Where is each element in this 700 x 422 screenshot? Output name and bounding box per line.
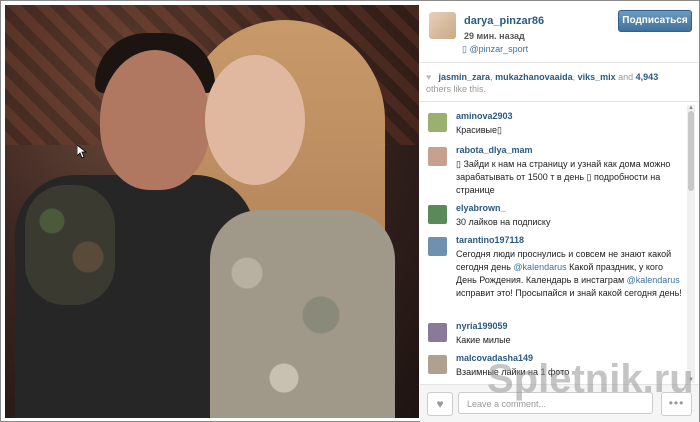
comment-text: Сегодня люди проснулись и совсем не знаю…: [456, 248, 682, 300]
comment-avatar[interactable]: [428, 355, 447, 374]
comment-text-part: исправит это! Просыпайся и знай какой се…: [456, 288, 682, 298]
post-location-link[interactable]: ▯ @pinzar_sport: [462, 44, 528, 55]
comment-username[interactable]: rabota_dlya_mam: [456, 145, 533, 155]
liker-link[interactable]: viks_mix: [578, 72, 616, 82]
comment-avatar[interactable]: [428, 323, 447, 342]
post-header: darya_pinzar86 29 мин. назад ▯ @pinzar_s…: [420, 1, 699, 61]
avatar[interactable]: [429, 12, 456, 39]
mention-link[interactable]: @kalendarus: [513, 262, 566, 272]
comment-avatar[interactable]: [428, 113, 447, 132]
watermark: Spletnik.ru: [487, 357, 694, 401]
post-timestamp: 29 мин. назад: [464, 31, 525, 41]
post-photo[interactable]: [5, 5, 419, 418]
likes-suffix: others like this.: [426, 84, 487, 94]
comment-username[interactable]: elyabrown_: [456, 203, 506, 213]
photo-woman-face: [205, 55, 305, 185]
comment-text: 30 лайков на подписку: [456, 217, 551, 227]
divider: [420, 62, 699, 63]
divider: [420, 101, 699, 102]
follow-button[interactable]: Подписаться: [618, 10, 692, 32]
photo-woman-top: [210, 210, 395, 418]
likes-count[interactable]: 4,943: [636, 72, 659, 82]
comment-avatar[interactable]: [428, 147, 447, 166]
mention-link[interactable]: @kalendarus: [627, 275, 680, 285]
photo-man-head: [100, 50, 210, 190]
mouse-cursor-icon: [76, 144, 88, 162]
comment-text: Красивые▯: [456, 125, 502, 135]
heart-icon: ♥: [436, 397, 444, 411]
likes-summary: ♥ jasmin_zara, mukazhanovaaida, viks_mix…: [426, 71, 688, 95]
comment-username[interactable]: aminova2903: [456, 111, 513, 121]
comment-text: Какие милые: [456, 335, 511, 345]
scrollbar-thumb[interactable]: [688, 111, 694, 191]
comment-username[interactable]: nyria199059: [456, 321, 508, 331]
likes-and-text: and: [615, 72, 636, 82]
comment-text: ▯ Зайди к нам на страницу и узнай как до…: [456, 159, 671, 195]
comments-scrollbar[interactable]: ▲ ▼: [687, 105, 695, 383]
comment-list: aminova2903 Красивые▯ rabota_dlya_mam ▯ …: [420, 107, 686, 381]
comment-username[interactable]: tarantino197118: [456, 235, 524, 245]
liker-link[interactable]: jasmin_zara: [439, 72, 491, 82]
liker-link[interactable]: mukazhanovaaida: [495, 72, 573, 82]
photo-man-shirt: [25, 185, 115, 305]
like-button[interactable]: ♥: [427, 392, 453, 416]
comment-avatar[interactable]: [428, 237, 447, 256]
comment-avatar[interactable]: [428, 205, 447, 224]
instagram-post-window: darya_pinzar86 29 мин. назад ▯ @pinzar_s…: [0, 0, 700, 422]
post-username[interactable]: darya_pinzar86: [464, 15, 544, 27]
heart-icon: ♥: [426, 72, 432, 82]
